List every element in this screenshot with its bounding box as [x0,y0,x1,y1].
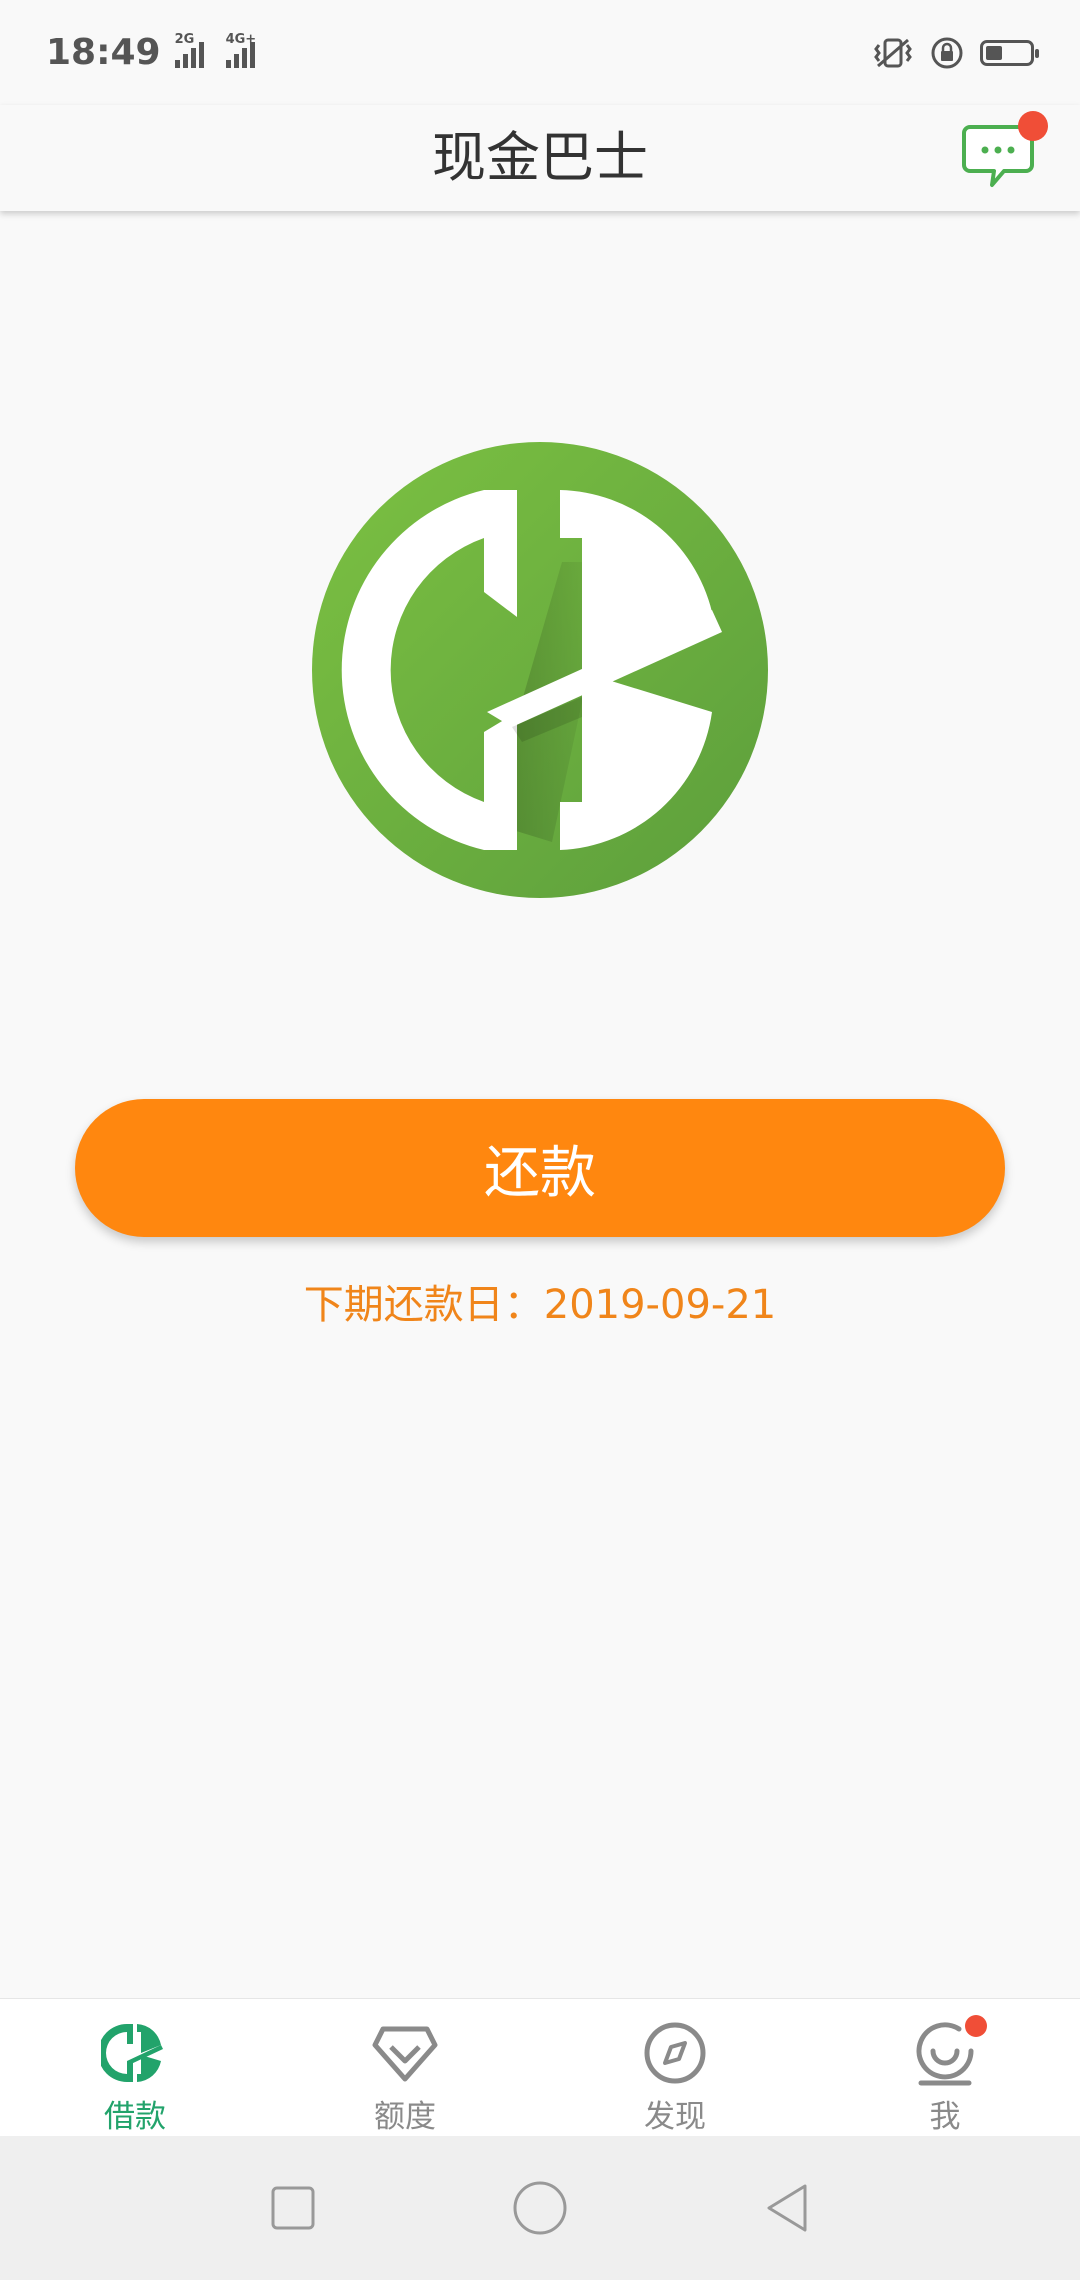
battery-icon [980,39,1039,66]
tab-discover-label: 发现 [644,2099,706,2135]
diamond-icon [371,2019,439,2087]
rotation-lock-icon [931,37,963,68]
tab-me[interactable]: 我 [810,1999,1080,2137]
tab-loan[interactable]: 借款 [0,1999,270,2137]
next-due-date: 下期还款日：2019-09-21 [303,1282,777,1328]
square-icon [271,2186,315,2230]
page-title: 现金巴士 [432,126,648,189]
tab-credit[interactable]: 额度 [270,1999,540,2137]
tab-me-label: 我 [929,2099,961,2135]
signal-sim2-icon: 4G+ [225,32,256,68]
tab-credit-label: 额度 [374,2099,436,2135]
repay-button[interactable]: 还款 [75,1099,1005,1237]
bottom-nav: 借款 额度 发现 我 [0,1998,1080,2137]
back-triangle-icon [767,2184,807,2232]
status-bar: 18:49 2G 4G+ [0,0,1080,105]
cashbus-logo [312,442,768,898]
status-left: 18:49 2G 4G+ [46,32,256,74]
unread-badge [1018,111,1048,141]
sim1-network-label: 2G [174,31,195,47]
circle-icon [513,2181,567,2235]
system-nav-bar [0,2136,1080,2280]
app-header: 现金巴士 [0,105,1080,211]
vibrate-icon [874,38,912,67]
compass-icon [641,2019,709,2087]
signal-sim1-icon: 2G [174,32,204,68]
sim2-network-label: 4G+ [225,31,257,47]
status-right [872,36,1039,70]
smile-profile-icon [911,2015,987,2087]
tab-loan-label: 借款 [104,2099,166,2135]
home-button[interactable] [505,2173,575,2243]
tab-discover[interactable]: 发现 [540,1999,810,2137]
status-time: 18:49 [46,32,161,73]
back-button[interactable] [752,2173,822,2243]
loan-logo-icon [98,2019,169,2087]
recents-button[interactable] [258,2173,328,2243]
message-button[interactable] [960,111,1048,195]
profile-badge [965,2015,987,2037]
